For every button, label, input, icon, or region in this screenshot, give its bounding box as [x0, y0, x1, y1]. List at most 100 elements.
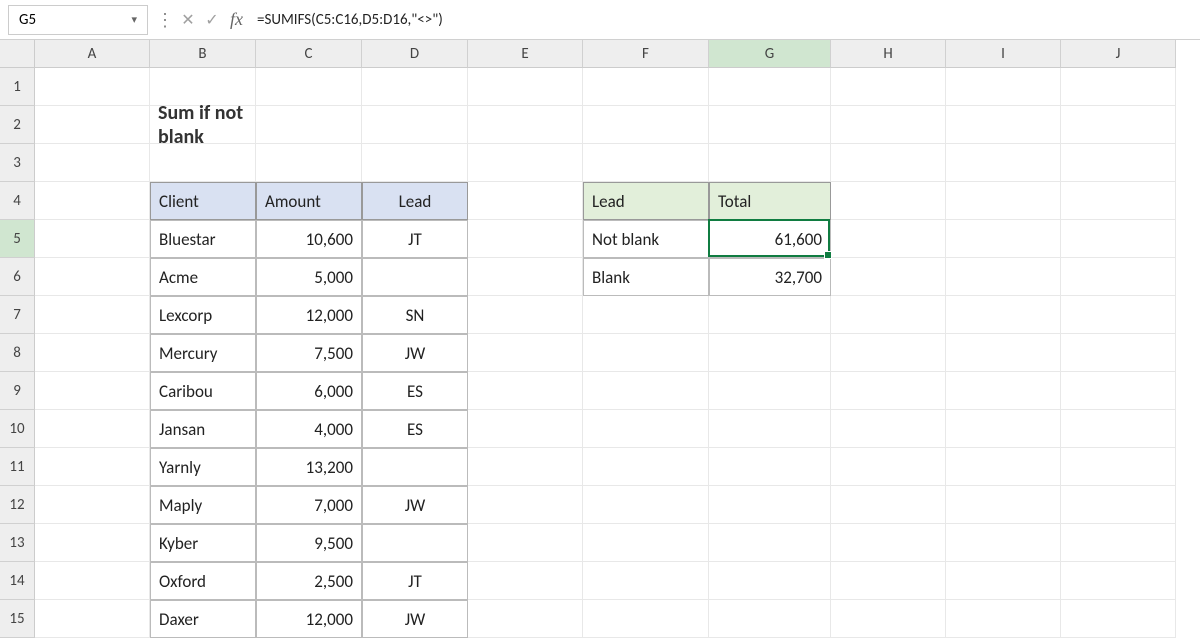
cancel-icon[interactable]: ✕: [176, 10, 200, 30]
table2-total[interactable]: 32,700: [709, 258, 831, 296]
cell-I14[interactable]: [946, 562, 1061, 600]
cell-A9[interactable]: [35, 372, 150, 410]
cell-H10[interactable]: [831, 410, 946, 448]
cell-I7[interactable]: [946, 296, 1061, 334]
cell-J2[interactable]: [1061, 106, 1176, 144]
cell-I1[interactable]: [946, 68, 1061, 106]
cell-E12[interactable]: [468, 486, 583, 524]
table1-client[interactable]: Oxford: [150, 562, 256, 600]
column-header-a[interactable]: A: [35, 40, 150, 68]
column-header-h[interactable]: H: [831, 40, 946, 68]
cell-C2[interactable]: [256, 106, 362, 144]
cell-E6[interactable]: [468, 258, 583, 296]
table1-header-client[interactable]: Client: [150, 182, 256, 220]
column-header-g[interactable]: G: [709, 40, 831, 68]
cell-A13[interactable]: [35, 524, 150, 562]
row-header-8[interactable]: 8: [0, 334, 35, 372]
table1-amount[interactable]: 12,000: [256, 600, 362, 638]
row-header-1[interactable]: 1: [0, 68, 35, 106]
cell-E15[interactable]: [468, 600, 583, 638]
table1-lead[interactable]: [362, 258, 468, 296]
cell-G8[interactable]: [709, 334, 831, 372]
cell-G14[interactable]: [709, 562, 831, 600]
column-header-f[interactable]: F: [583, 40, 709, 68]
cell-E4[interactable]: [468, 182, 583, 220]
cells-area[interactable]: Sum if not blankClientAmountLeadLeadTota…: [35, 68, 1176, 638]
cell-E9[interactable]: [468, 372, 583, 410]
cell-J12[interactable]: [1061, 486, 1176, 524]
cell-I9[interactable]: [946, 372, 1061, 410]
cell-G1[interactable]: [709, 68, 831, 106]
cell-J6[interactable]: [1061, 258, 1176, 296]
cell-A10[interactable]: [35, 410, 150, 448]
table1-client[interactable]: Kyber: [150, 524, 256, 562]
table2-header-total[interactable]: Total: [709, 182, 831, 220]
cell-J3[interactable]: [1061, 144, 1176, 182]
row-header-14[interactable]: 14: [0, 562, 35, 600]
row-header-2[interactable]: 2: [0, 106, 35, 144]
select-all-corner[interactable]: [0, 40, 35, 68]
cell-F10[interactable]: [583, 410, 709, 448]
cell-H14[interactable]: [831, 562, 946, 600]
cell-H8[interactable]: [831, 334, 946, 372]
table1-lead[interactable]: [362, 524, 468, 562]
cell-E8[interactable]: [468, 334, 583, 372]
cell-E14[interactable]: [468, 562, 583, 600]
cell-F11[interactable]: [583, 448, 709, 486]
row-header-9[interactable]: 9: [0, 372, 35, 410]
cell-A12[interactable]: [35, 486, 150, 524]
table1-amount[interactable]: 5,000: [256, 258, 362, 296]
cell-J15[interactable]: [1061, 600, 1176, 638]
cell-E11[interactable]: [468, 448, 583, 486]
table1-client[interactable]: Mercury: [150, 334, 256, 372]
cell-G2[interactable]: [709, 106, 831, 144]
cell-A4[interactable]: [35, 182, 150, 220]
cell-A14[interactable]: [35, 562, 150, 600]
cell-H4[interactable]: [831, 182, 946, 220]
fx-icon[interactable]: fx: [230, 9, 243, 30]
table2-label[interactable]: Not blank: [583, 220, 709, 258]
cell-F8[interactable]: [583, 334, 709, 372]
column-header-j[interactable]: J: [1061, 40, 1176, 68]
cell-G3[interactable]: [709, 144, 831, 182]
table1-client[interactable]: Yarnly: [150, 448, 256, 486]
table1-amount[interactable]: 10,600: [256, 220, 362, 258]
table1-client[interactable]: Bluestar: [150, 220, 256, 258]
formula-input[interactable]: =SUMIFS(C5:C16,D5:D16,"<>"): [253, 7, 1192, 33]
cell-D3[interactable]: [362, 144, 468, 182]
cell-J7[interactable]: [1061, 296, 1176, 334]
column-header-e[interactable]: E: [468, 40, 583, 68]
row-header-12[interactable]: 12: [0, 486, 35, 524]
name-box[interactable]: G5 ▾: [8, 5, 148, 35]
row-header-5[interactable]: 5: [0, 220, 35, 258]
table1-amount[interactable]: 12,000: [256, 296, 362, 334]
table1-amount[interactable]: 7,000: [256, 486, 362, 524]
cell-J14[interactable]: [1061, 562, 1176, 600]
cell-A15[interactable]: [35, 600, 150, 638]
table1-lead[interactable]: ES: [362, 410, 468, 448]
table1-amount[interactable]: 4,000: [256, 410, 362, 448]
cell-G10[interactable]: [709, 410, 831, 448]
row-header-11[interactable]: 11: [0, 448, 35, 486]
cell-J10[interactable]: [1061, 410, 1176, 448]
cell-I12[interactable]: [946, 486, 1061, 524]
table1-client[interactable]: Jansan: [150, 410, 256, 448]
cell-G13[interactable]: [709, 524, 831, 562]
table2-header-lead[interactable]: Lead: [583, 182, 709, 220]
cell-F12[interactable]: [583, 486, 709, 524]
cell-F1[interactable]: [583, 68, 709, 106]
cell-C3[interactable]: [256, 144, 362, 182]
table1-client[interactable]: Daxer: [150, 600, 256, 638]
cell-F7[interactable]: [583, 296, 709, 334]
cell-A6[interactable]: [35, 258, 150, 296]
cell-I15[interactable]: [946, 600, 1061, 638]
column-header-b[interactable]: B: [150, 40, 256, 68]
cell-I8[interactable]: [946, 334, 1061, 372]
column-header-c[interactable]: C: [256, 40, 362, 68]
cell-E2[interactable]: [468, 106, 583, 144]
cell-H3[interactable]: [831, 144, 946, 182]
cell-F3[interactable]: [583, 144, 709, 182]
cell-A1[interactable]: [35, 68, 150, 106]
chevron-down-icon[interactable]: ▾: [131, 13, 137, 26]
table1-amount[interactable]: 6,000: [256, 372, 362, 410]
